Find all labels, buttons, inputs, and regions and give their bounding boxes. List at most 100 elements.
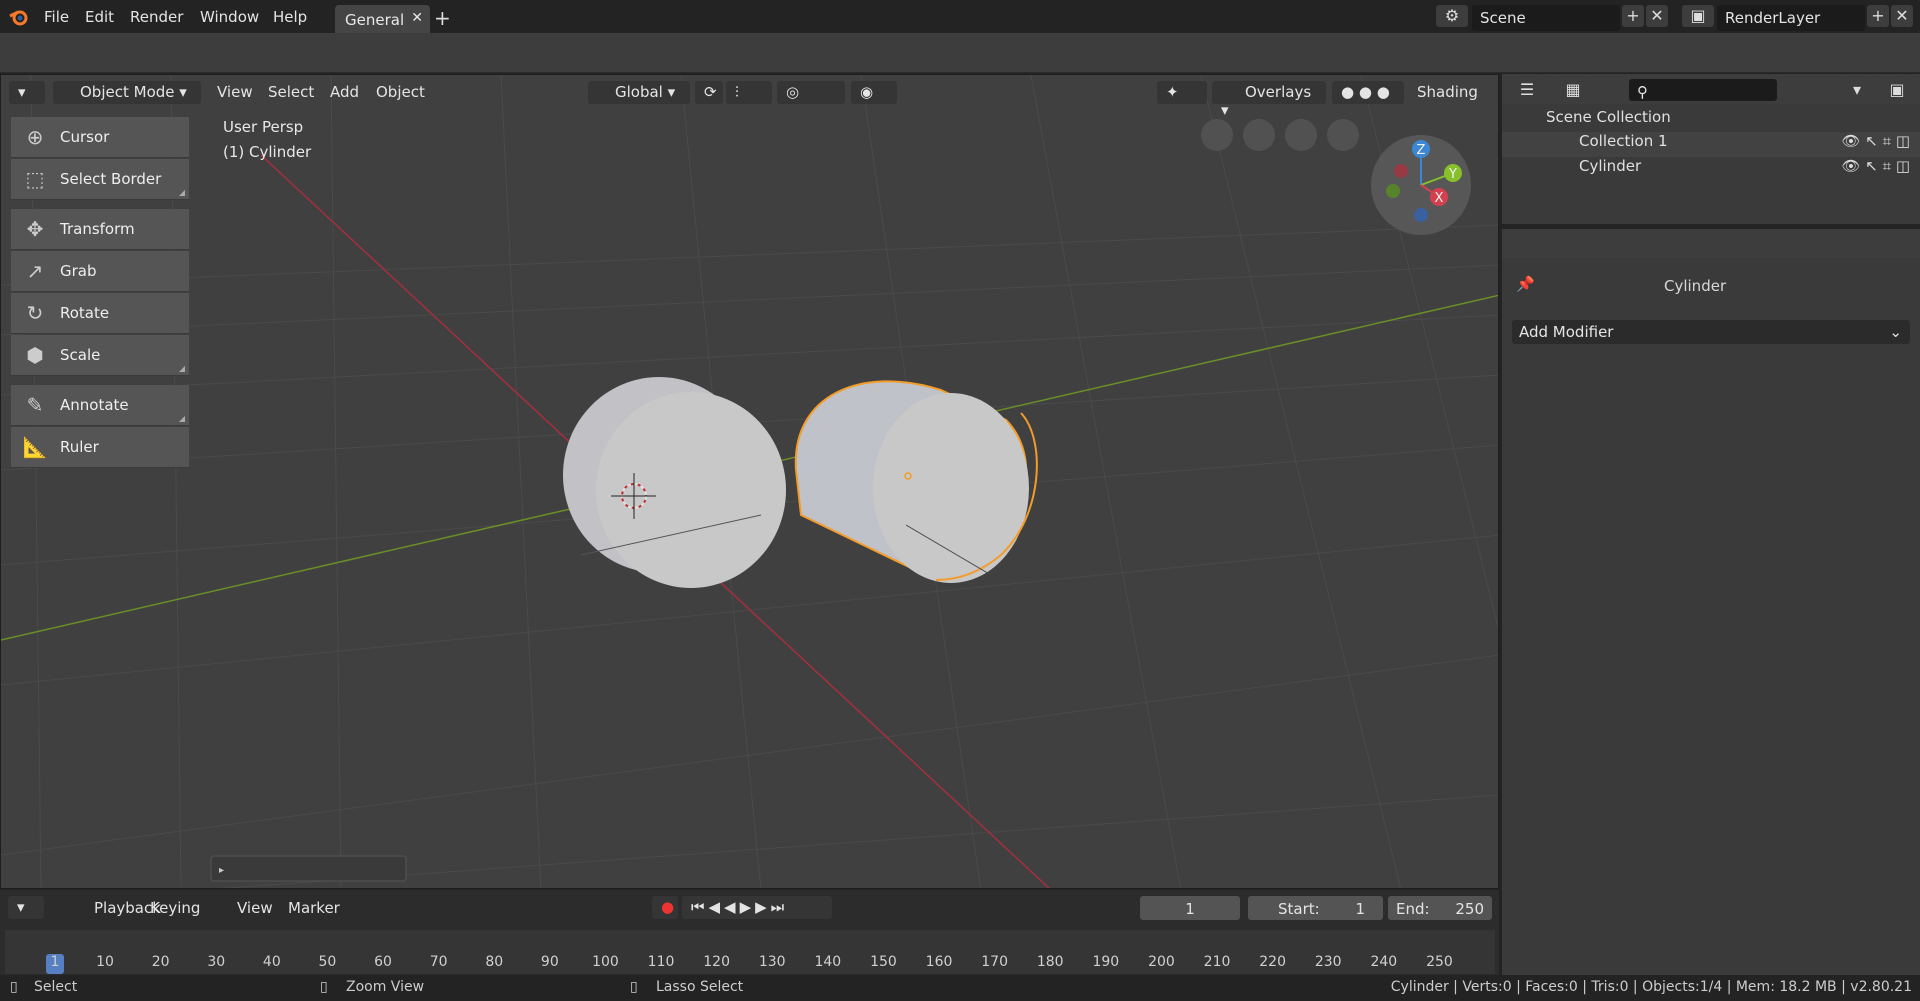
end-frame-field[interactable]: End: 250	[1388, 896, 1492, 920]
camera-view-icon[interactable]	[1243, 119, 1275, 151]
cylinder-visibility-eye-icon[interactable]: 👁 ↖ ⌗ ◫	[1841, 157, 1910, 175]
rotate-icon: ↻	[26, 301, 44, 325]
gizmo-visibility-icon[interactable]: ◉	[851, 81, 897, 104]
menu-select[interactable]: Select	[268, 83, 314, 101]
move-view-icon[interactable]	[1285, 119, 1317, 151]
perspective-toggle-icon[interactable]	[1201, 119, 1233, 151]
outliner-search-input[interactable]: ⚲	[1629, 79, 1777, 101]
last-operation-panel[interactable]	[210, 855, 407, 882]
frame-tick: 160	[925, 954, 953, 970]
menu-view[interactable]: View	[217, 83, 253, 101]
tool-select-border-label: Select Border	[60, 170, 162, 188]
outliner-editor-type-icon[interactable]: ☰	[1510, 79, 1544, 101]
menu-marker[interactable]: Marker	[288, 899, 340, 917]
current-frame-field[interactable]: 1	[1140, 896, 1240, 920]
properties-tabs[interactable]	[1502, 229, 1920, 259]
tool-grab[interactable]: ↗ Grab	[11, 251, 189, 292]
menu-window[interactable]: Window	[200, 8, 259, 26]
menu-timeline-view[interactable]: View	[237, 899, 273, 917]
renderlayer-browse-icon[interactable]: ▣	[1682, 5, 1714, 27]
menu-add[interactable]: Add	[330, 83, 359, 101]
overlays-button[interactable]: Overlays ▾	[1212, 81, 1326, 119]
tool-rotate-label: Rotate	[60, 304, 110, 322]
renderlayer-field[interactable]: RenderLayer	[1717, 5, 1865, 31]
timeline-editor-type-icon[interactable]: ▾	[8, 896, 44, 919]
menu-object[interactable]: Object	[376, 83, 425, 101]
navigation-gizmo[interactable]: Z Y X	[1371, 135, 1471, 235]
new-collection-icon[interactable]: ▣	[1886, 79, 1908, 101]
cylinder-selected[interactable]	[794, 380, 1038, 583]
frame-tick: 1	[50, 954, 60, 970]
add-workspace-icon[interactable]: +	[434, 6, 451, 30]
menu-file[interactable]: File	[44, 8, 69, 26]
mouse-left-icon: ▯	[10, 979, 18, 995]
shading-modes[interactable]: ● ● ●	[1332, 81, 1404, 104]
add-scene-icon[interactable]: +	[1622, 5, 1644, 27]
tab-general[interactable]: General ✕	[335, 5, 430, 33]
gizmo-y-label: Y	[1448, 167, 1457, 182]
menu-help[interactable]: Help	[273, 8, 307, 26]
tool-annotate[interactable]: ✎ Annotate ◢	[11, 385, 189, 426]
pivot-icon[interactable]: ⟳	[695, 81, 723, 104]
filter-icon[interactable]: ▾	[1840, 79, 1874, 101]
playback-controls[interactable]: ⏮◀◀▶▶⏭	[682, 896, 832, 919]
properties-editor: 📌 Cylinder Add Modifier ⌄	[1502, 229, 1920, 975]
menu-edit[interactable]: Edit	[85, 8, 114, 26]
outliner-row-collection[interactable]: Collection 1 👁 ↖ ⌗ ◫	[1502, 132, 1920, 157]
tool-annotate-label: Annotate	[60, 396, 129, 414]
tool-scale[interactable]: ⬢ Scale ◢	[11, 335, 189, 376]
close-icon[interactable]: ✕	[411, 10, 423, 26]
editor-type-icon[interactable]: ▾	[9, 81, 45, 104]
scene-field[interactable]: Scene	[1472, 5, 1620, 31]
ruler-icon: 📐	[22, 435, 48, 459]
tool-select-border[interactable]: ⬚ Select Border ◢	[11, 159, 189, 200]
transform-icon: ✥	[26, 217, 44, 241]
menu-render[interactable]: Render	[130, 8, 183, 26]
record-button[interactable]: ●	[652, 896, 678, 919]
cylinder-label: Cylinder	[1579, 157, 1642, 175]
tool-scale-label: Scale	[60, 346, 101, 364]
menu-keying[interactable]: Keying	[150, 899, 200, 917]
snap-icon[interactable]: ⫶	[726, 81, 772, 104]
tool-cursor-label: Cursor	[60, 128, 110, 146]
viewport-canvas[interactable]: ▸	[1, 75, 1499, 889]
view-gizmo-toggle-icon[interactable]: ✦	[1157, 81, 1207, 104]
tool-ruler[interactable]: 📐 Ruler	[11, 427, 189, 468]
mouse-right-icon: ▯	[630, 979, 638, 995]
outliner-row-cylinder[interactable]: Cylinder 👁 ↖ ⌗ ◫	[1502, 157, 1920, 182]
active-object-text: (1) Cylinder	[223, 143, 312, 161]
add-renderlayer-icon[interactable]: +	[1867, 5, 1889, 27]
overlays-label: Overlays	[1245, 83, 1312, 101]
mode-selector[interactable]: Object Mode ▾	[53, 81, 201, 104]
proportional-edit-icon[interactable]: ◎	[777, 81, 845, 104]
start-frame-field[interactable]: Start: 1	[1248, 896, 1383, 920]
outliner-row-scene-collection[interactable]: Scene Collection	[1502, 108, 1920, 133]
scene-collection-label: Scene Collection	[1546, 108, 1671, 126]
blender-logo-icon[interactable]	[8, 6, 30, 28]
zoom-view-icon[interactable]	[1327, 119, 1359, 151]
remove-scene-icon[interactable]: ✕	[1646, 5, 1668, 27]
pin-icon[interactable]: 📌	[1516, 275, 1535, 293]
cylinder-unselected[interactable]	[563, 377, 786, 588]
frame-tick: 60	[374, 954, 392, 970]
add-modifier-dropdown[interactable]: Add Modifier ⌄	[1512, 320, 1910, 344]
tool-cursor[interactable]: ⊕ Cursor	[11, 117, 189, 158]
tool-transform[interactable]: ✥ Transform	[11, 209, 189, 250]
end-label: End:	[1396, 900, 1430, 918]
end-value: 250	[1455, 900, 1484, 918]
display-mode-icon[interactable]: ▦	[1556, 79, 1590, 101]
scene-browse-icon[interactable]: ⚙	[1436, 5, 1468, 27]
chevron-down-icon: ⌄	[1889, 323, 1902, 341]
shading-button[interactable]: Shading	[1417, 83, 1478, 101]
visibility-eye-icon[interactable]: 👁 ↖ ⌗ ◫	[1841, 132, 1910, 150]
tool-transform-label: Transform	[60, 220, 135, 238]
frame-tick: 10	[96, 954, 114, 970]
tool-grab-label: Grab	[60, 262, 97, 280]
orientation-selector[interactable]: Global ▾	[588, 81, 690, 104]
tool-rotate[interactable]: ↻ Rotate	[11, 293, 189, 334]
remove-renderlayer-icon[interactable]: ✕	[1891, 5, 1913, 27]
frame-tick: 150	[870, 954, 897, 970]
frame-tick: 210	[1203, 954, 1231, 970]
3d-viewport[interactable]: ▸ ▾ Object Mode ▾ View Select Add Object…	[0, 74, 1499, 889]
frame-tick: 40	[262, 954, 281, 970]
